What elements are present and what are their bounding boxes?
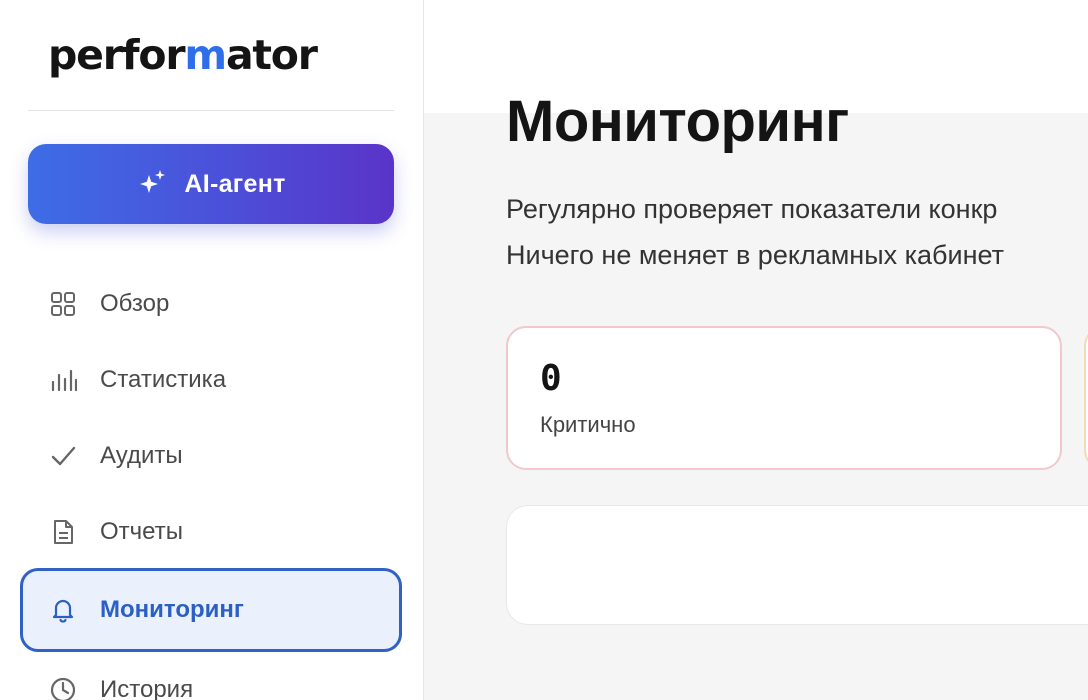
sidebar-item-reports[interactable]: Отчеты bbox=[20, 494, 402, 570]
sidebar-item-audits[interactable]: Аудиты bbox=[20, 418, 402, 494]
stat-label: Критично bbox=[540, 412, 636, 437]
sidebar: performator AI-агент Обзор Статистика Ау… bbox=[0, 0, 424, 700]
logo-text-suffix: ator bbox=[225, 31, 318, 79]
stat-value: 0 bbox=[540, 358, 562, 399]
sidebar-item-label: История bbox=[100, 676, 194, 700]
description-line-1: Регулярно проверяет показатели конкр bbox=[506, 194, 998, 224]
stat-card-critical[interactable]: 0 Критично bbox=[506, 326, 1062, 470]
app-window: performator AI-агент Обзор Статистика Ау… bbox=[0, 0, 1088, 700]
logo-divider bbox=[28, 110, 394, 111]
ai-agent-label: AI-агент bbox=[184, 169, 286, 198]
sidebar-item-overview[interactable]: Обзор bbox=[20, 266, 402, 342]
sidebar-item-label: Отчеты bbox=[100, 518, 183, 545]
sidebar-item-history[interactable]: История bbox=[20, 652, 402, 700]
bell-icon bbox=[48, 595, 78, 625]
grid-icon bbox=[48, 289, 78, 319]
clock-icon bbox=[48, 675, 78, 700]
description-line-2: Ничего не меняет в рекламных кабинет bbox=[506, 240, 1004, 270]
sparkle-icon bbox=[140, 170, 166, 193]
checkmark-icon bbox=[48, 441, 78, 471]
stat-card-warning[interactable] bbox=[1084, 326, 1088, 470]
content-card bbox=[506, 505, 1088, 625]
sidebar-item-monitoring[interactable]: Мониторинг bbox=[20, 568, 402, 652]
ai-agent-button[interactable]: AI-агент bbox=[28, 144, 394, 224]
sidebar-item-label: Обзор bbox=[100, 290, 170, 317]
sidebar-item-label: Аудиты bbox=[100, 442, 183, 469]
sidebar-item-label: Мониторинг bbox=[100, 596, 244, 623]
main-content: Мониторинг Регулярно проверяет показател… bbox=[424, 89, 1088, 700]
bar-chart-icon bbox=[48, 365, 78, 395]
performator-logo[interactable]: performator bbox=[48, 30, 318, 80]
page-title: Мониторинг bbox=[506, 89, 849, 154]
page-description: Регулярно проверяет показатели конкр Нич… bbox=[506, 186, 1088, 278]
logo-text-accent: m bbox=[184, 31, 227, 79]
document-icon bbox=[48, 517, 78, 547]
logo-text-prefix: perfor bbox=[48, 31, 186, 79]
sidebar-item-statistics[interactable]: Статистика bbox=[20, 342, 402, 418]
sidebar-item-label: Статистика bbox=[100, 366, 227, 393]
sidebar-nav: Обзор Статистика Аудиты Отчеты Мониторин… bbox=[20, 266, 402, 700]
